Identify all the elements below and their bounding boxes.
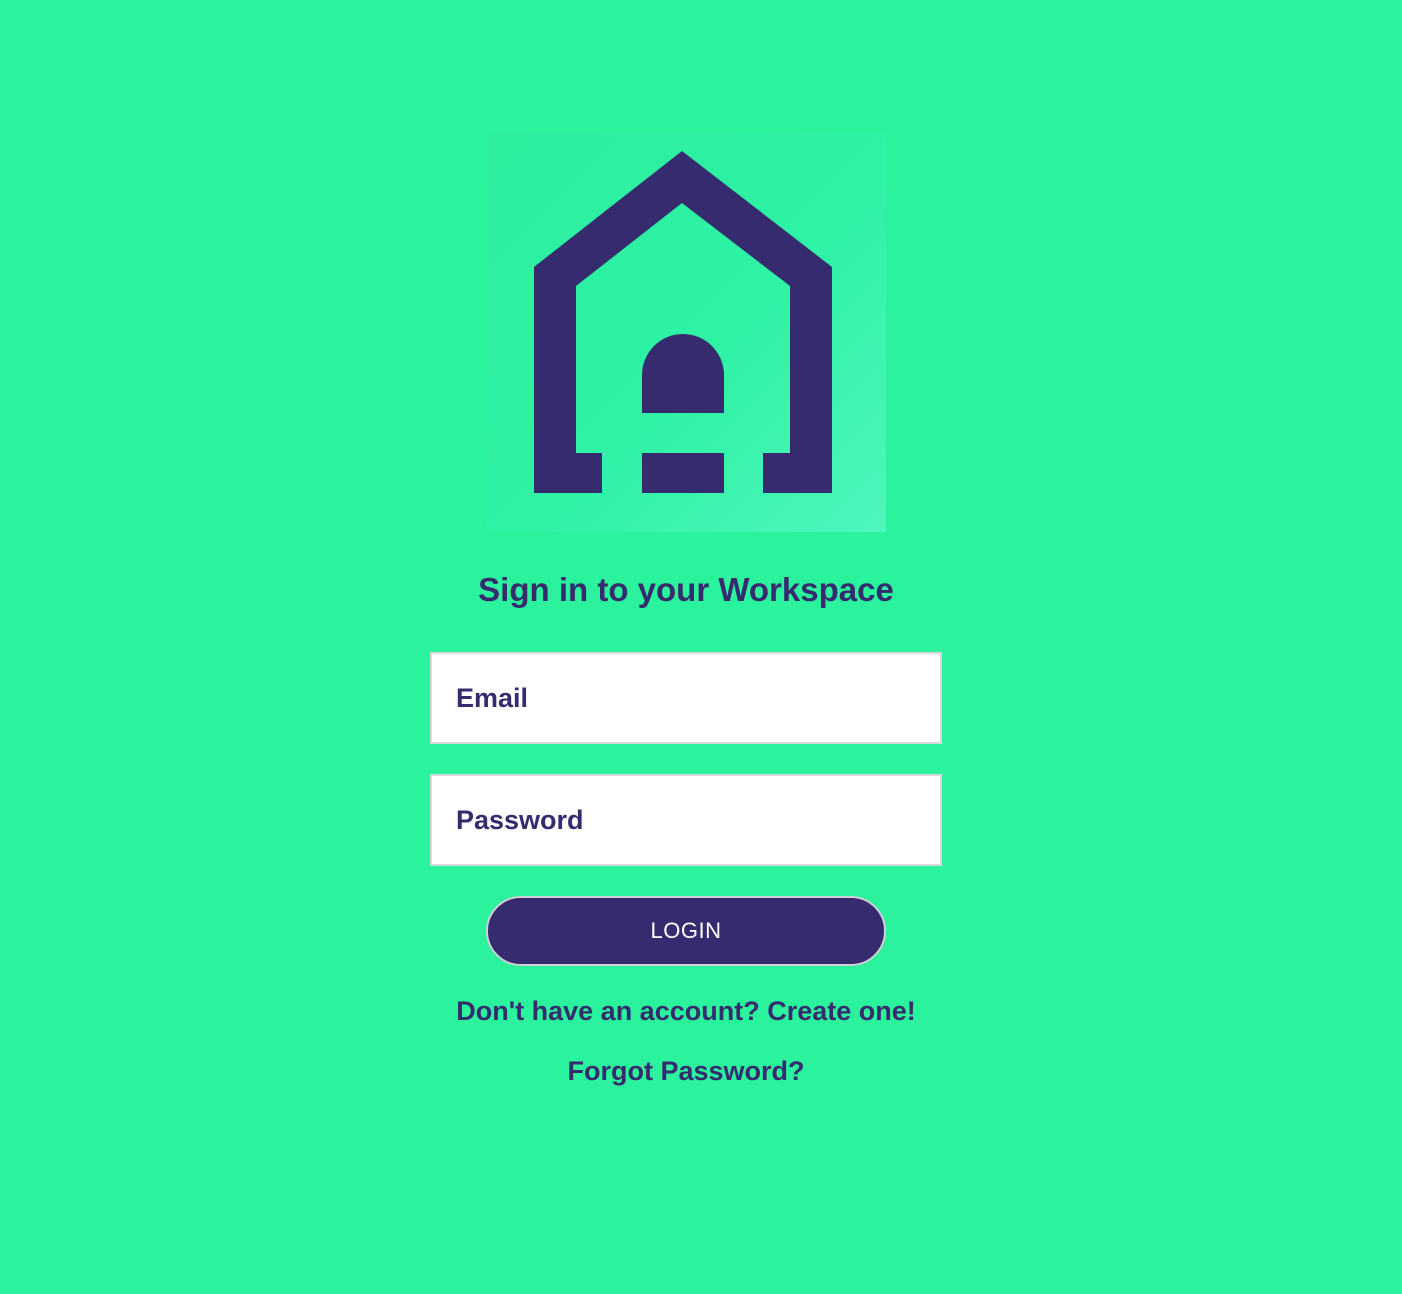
email-field[interactable]	[430, 652, 942, 744]
login-button[interactable]: LOGIN	[486, 896, 886, 966]
forgot-password-link[interactable]: Forgot Password?	[0, 1054, 1372, 1088]
app-logo	[486, 132, 886, 532]
page-title: Sign in to your Workspace	[478, 571, 894, 608]
password-field[interactable]	[430, 774, 942, 866]
create-account-link[interactable]: Don't have an account? Create one!	[0, 994, 1372, 1028]
house-door-icon	[534, 151, 832, 493]
